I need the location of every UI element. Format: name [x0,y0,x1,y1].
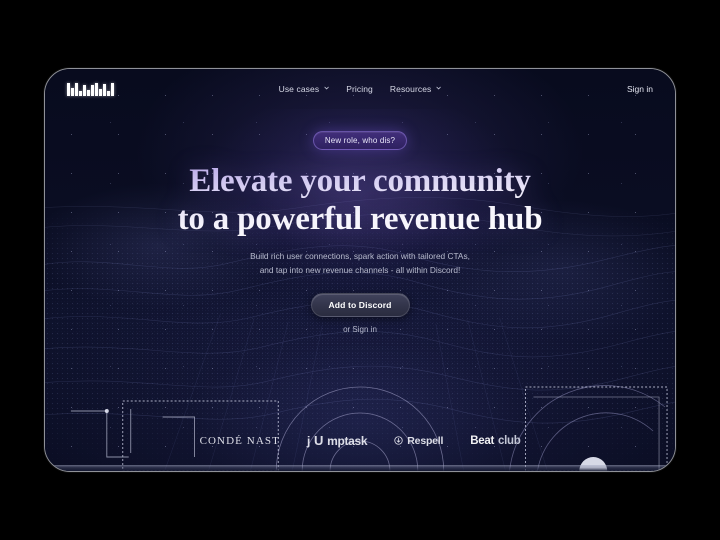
logo-respell: Respell [394,435,443,447]
hero-subtitle: Build rich user connections, spark actio… [250,250,470,277]
nav-item-pricing-label: Pricing [346,84,373,94]
hero-title-line-1: Elevate your community [189,163,531,199]
hero-subtitle-line-1: Build rich user connections, spark actio… [250,251,470,262]
logo-jumptask-part1: j [306,433,310,448]
nav-item-use-cases-label: Use cases [278,84,320,94]
hero-title-line-2: to a powerful revenue hub [177,200,543,237]
device-frame: Hind Use cases Pricing Resources [44,68,676,472]
logo-jumptask: j Umptask [306,433,368,448]
respell-circle-arrow-icon [394,436,403,445]
page-title: Elevate your community to a powerful rev… [178,163,543,238]
brand-logo-icon[interactable]: Hind [67,82,114,96]
logo-beatclub-part1: Beat [470,434,494,447]
signin-link[interactable]: Sign in [627,84,653,94]
page-canvas: Hind Use cases Pricing Resources [45,69,675,471]
nav-item-resources[interactable]: Resources [390,84,442,94]
hero-section: New role, who dis? Elevate your communit… [45,131,675,334]
add-to-discord-button[interactable]: Add to Discord [310,292,410,317]
nav-item-use-cases[interactable]: Use cases [279,84,330,94]
hero-badge[interactable]: New role, who dis? [312,131,408,150]
logo-respell-label: Respell [407,434,444,447]
logo-conde-nast: CONDÉ NAST [200,435,280,447]
logo-jumptask-cap: U [313,433,324,448]
logo-beatclub: Beat club [470,435,520,447]
primary-nav: Use cases Pricing Resources [279,84,442,94]
or-sign-in-link[interactable]: or Sign in [343,325,377,334]
chevron-down-icon [435,85,441,91]
chevron-down-icon [323,85,329,91]
logo-beatclub-part2: club [497,434,521,447]
top-navigation-bar: Hind Use cases Pricing Resources [45,69,675,109]
logo-conde-nast-label: CONDÉ NAST [199,434,280,447]
client-logo-strip: CONDÉ NAST j Umptask Respell Beat club [45,433,675,448]
hero-subtitle-line-2: and tap into new revenue channels - all … [259,264,461,275]
floor-surface-line [45,465,675,471]
logo-jumptask-part2: mptask [327,433,368,448]
nav-item-pricing[interactable]: Pricing [346,84,373,94]
nav-item-resources-label: Resources [389,84,432,94]
